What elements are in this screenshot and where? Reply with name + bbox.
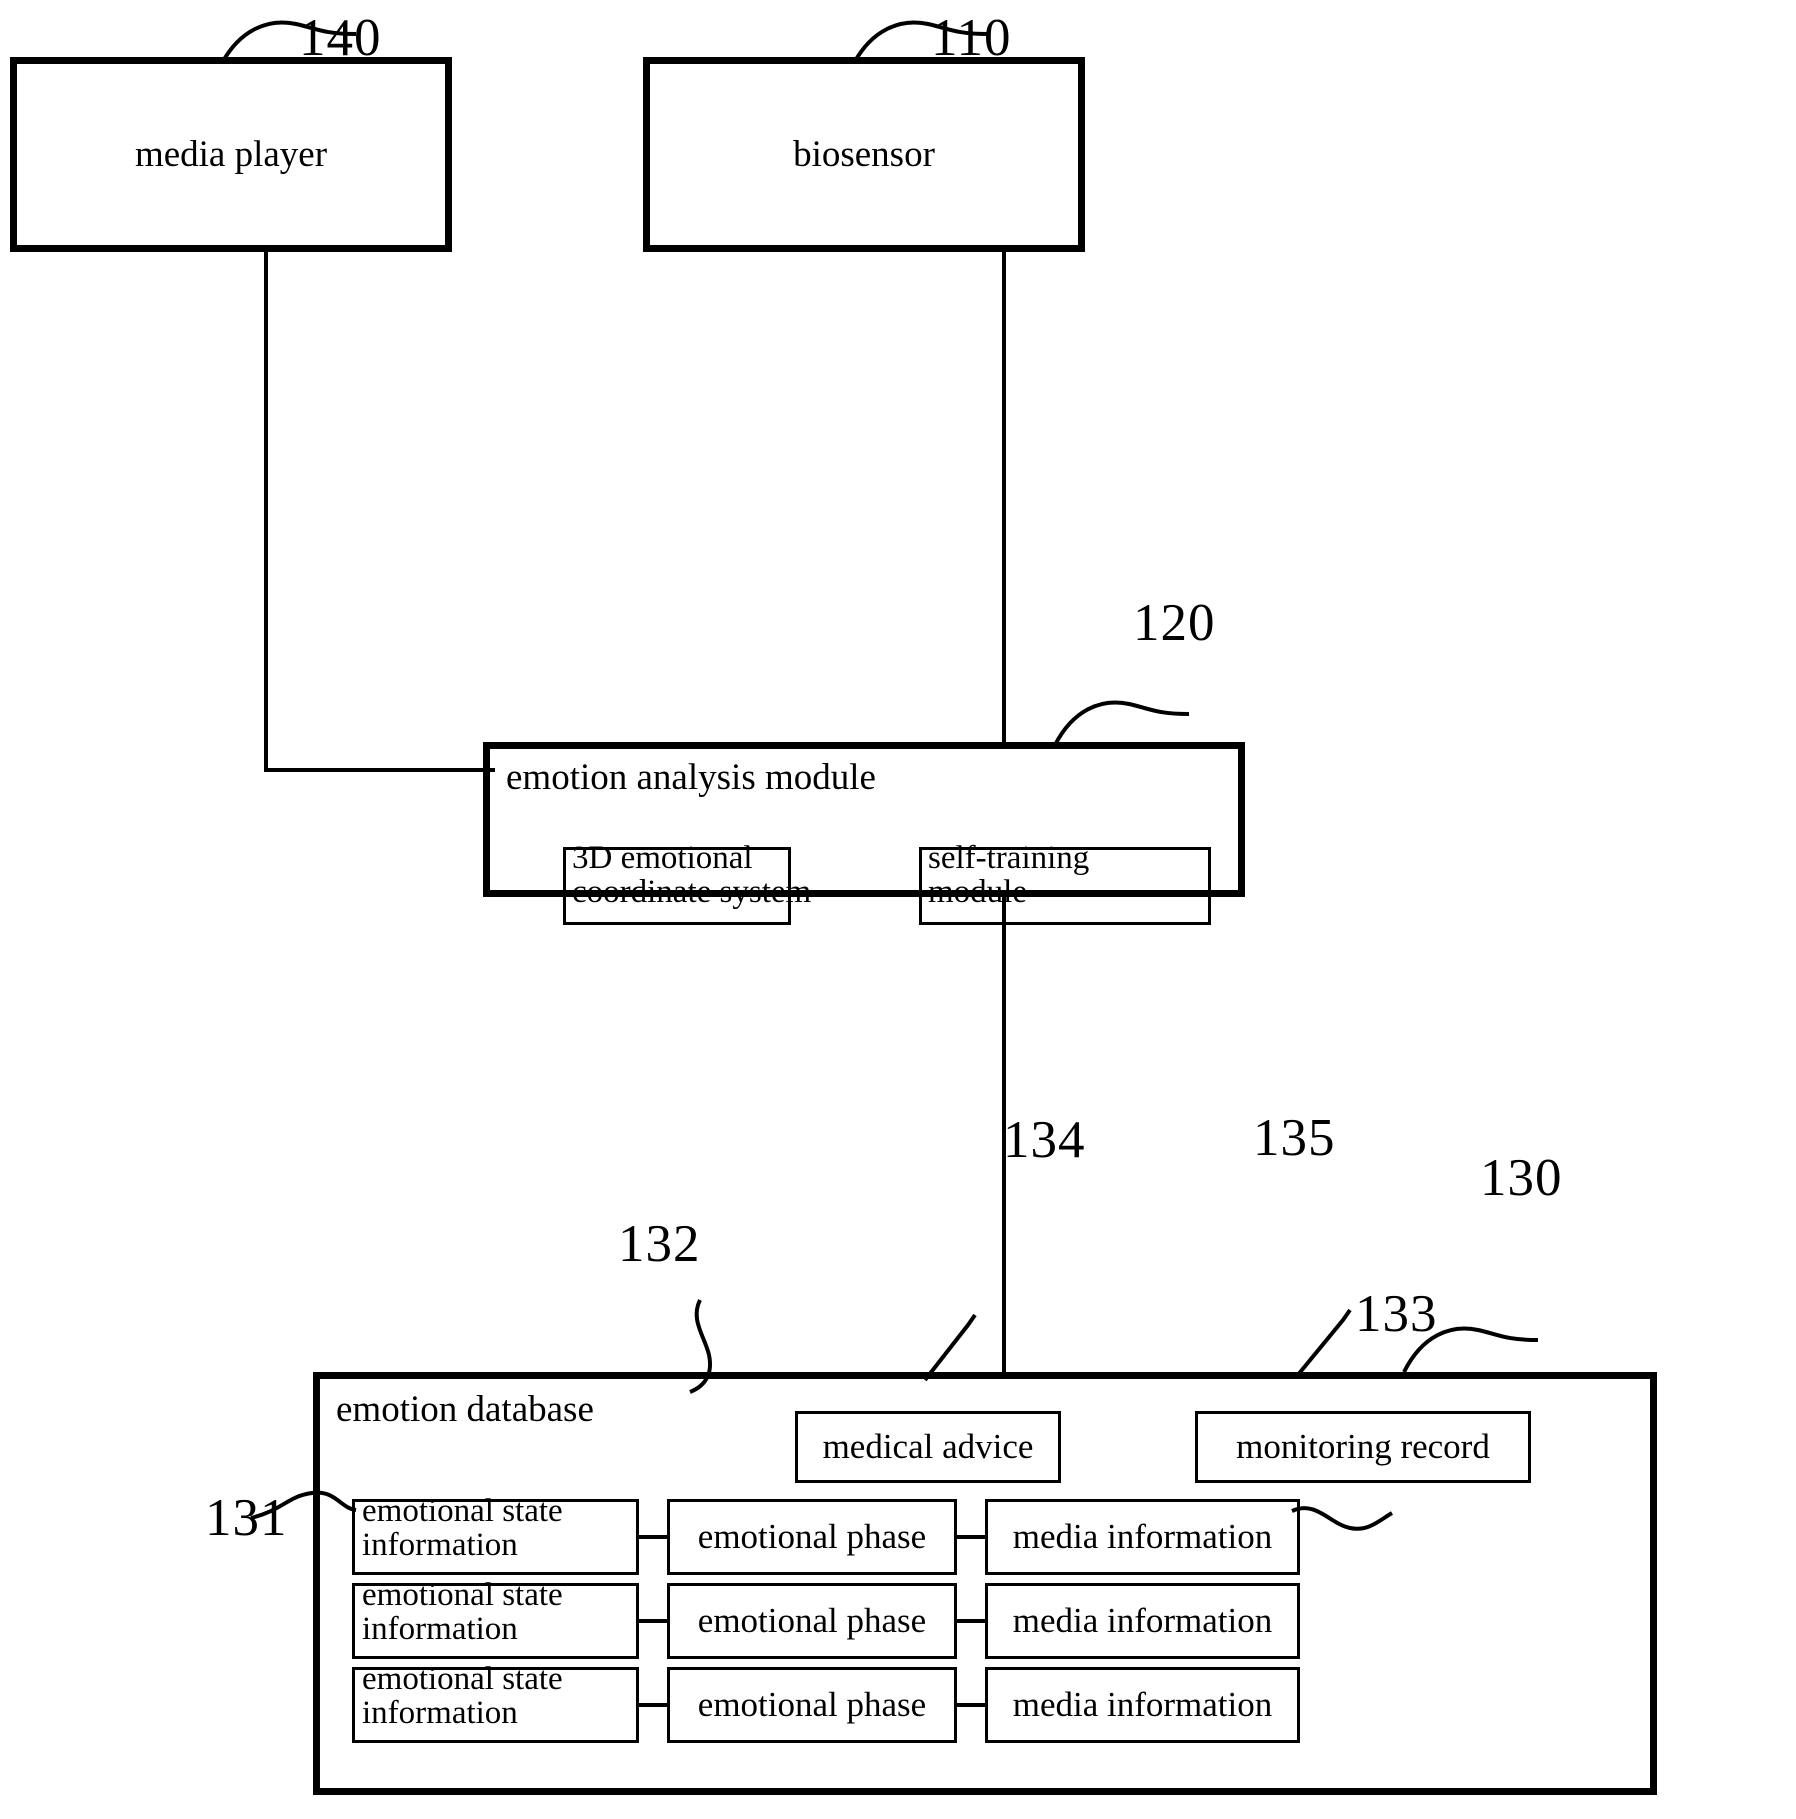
media-info-label: media information bbox=[1012, 1601, 1273, 1640]
cell-emotional-phase[interactable]: emotional phase bbox=[667, 1583, 957, 1659]
ref-number-135: 135 bbox=[1253, 1109, 1336, 1167]
state-info-line2: information bbox=[362, 1695, 518, 1731]
leader-134 bbox=[923, 1313, 977, 1382]
ref-number-130: 130 bbox=[1480, 1149, 1563, 1207]
cell-media-information[interactable]: media information bbox=[985, 1583, 1300, 1659]
coordinate-system-label-line2: coordinate system bbox=[572, 874, 812, 910]
coordinate-system-label-line1: 3D emotional bbox=[572, 840, 753, 876]
phase-label: emotional phase bbox=[697, 1601, 927, 1640]
media-info-label: media information bbox=[1012, 1685, 1273, 1724]
emotion-analysis-module-label: emotion analysis module bbox=[506, 757, 876, 798]
block-3d-emotional-coordinate-system[interactable]: 3D emotional coordinate system bbox=[563, 841, 811, 925]
leader-120 bbox=[1053, 700, 1190, 746]
ref-number-131: 131 bbox=[205, 1489, 288, 1547]
state-info-line2: information bbox=[362, 1527, 518, 1563]
cell-emotional-phase[interactable]: emotional phase bbox=[667, 1667, 957, 1743]
phase-label: emotional phase bbox=[697, 1517, 927, 1556]
ref-number-120: 120 bbox=[1133, 594, 1216, 652]
cell-emotional-state-information[interactable]: emotional state information bbox=[352, 1493, 639, 1575]
self-training-label-line2: module bbox=[928, 874, 1027, 910]
line-media-player-to-module bbox=[264, 250, 495, 772]
ref-number-133: 133 bbox=[1355, 1285, 1438, 1343]
biosensor-label: biosensor bbox=[793, 134, 935, 175]
ref-number-132: 132 bbox=[618, 1215, 701, 1273]
phase-label: emotional phase bbox=[697, 1685, 927, 1724]
media-info-label: media information bbox=[1012, 1517, 1273, 1556]
block-emotion-analysis-module[interactable]: emotion analysis module 3D emotional coo… bbox=[483, 742, 1245, 925]
leader-135 bbox=[1295, 1308, 1352, 1378]
state-info-line1: emotional state bbox=[362, 1661, 563, 1697]
block-biosensor[interactable]: biosensor bbox=[643, 57, 1085, 252]
ref-number-134: 134 bbox=[1003, 1111, 1086, 1169]
state-info-line1: emotional state bbox=[362, 1577, 563, 1613]
cell-emotional-state-information[interactable]: emotional state information bbox=[352, 1577, 639, 1659]
cell-media-information[interactable]: media information bbox=[985, 1667, 1300, 1743]
self-training-label-line1: self-training bbox=[928, 840, 1090, 876]
state-info-line2: information bbox=[362, 1611, 518, 1647]
block-emotion-database[interactable]: emotion database medical advice monitori… bbox=[313, 1372, 1657, 1795]
figure-canvas: 140 110 120 130 134 135 131 132 133 medi… bbox=[0, 0, 1796, 1819]
media-player-label: media player bbox=[134, 134, 328, 175]
cell-media-information[interactable]: media information bbox=[985, 1499, 1300, 1575]
block-media-player[interactable]: media player bbox=[10, 57, 452, 252]
cell-emotional-phase[interactable]: emotional phase bbox=[667, 1499, 957, 1575]
state-info-line1: emotional state bbox=[362, 1493, 563, 1529]
block-self-training-module[interactable]: self-training module bbox=[919, 841, 1211, 925]
cell-emotional-state-information[interactable]: emotional state information bbox=[352, 1661, 639, 1743]
